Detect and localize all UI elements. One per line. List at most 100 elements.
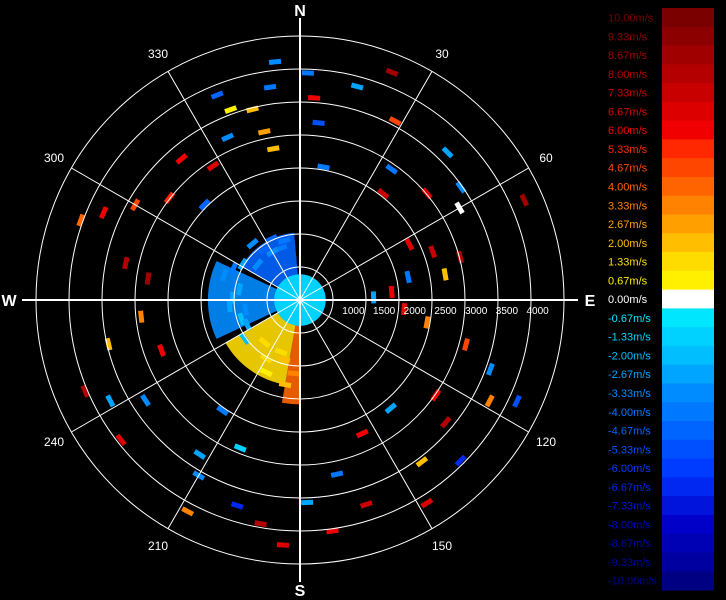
range-gate: [441, 268, 449, 281]
colorbar-swatch: [662, 45, 714, 65]
azimuth-spoke: [299, 299, 433, 529]
range-gate: [415, 456, 429, 468]
range-gate: [307, 94, 321, 101]
colorbar-swatch: [662, 458, 714, 478]
range-gate: [210, 90, 224, 100]
colorbar-label: -4.67m/s: [608, 426, 651, 438]
colorbar-label: 10.00m/s: [608, 13, 654, 25]
colorbar-label: -6.00m/s: [608, 463, 651, 475]
colorbar-swatch: [662, 64, 714, 84]
range-label: 2500: [434, 306, 457, 317]
range-gate: [140, 393, 151, 407]
range-label: 3500: [496, 306, 519, 317]
range-gate: [157, 343, 166, 357]
colorbar-swatch: [662, 364, 714, 384]
west-label: W: [1, 293, 17, 310]
colorbar-swatch: [662, 308, 714, 328]
range-gate: [122, 256, 130, 270]
range-gate: [440, 416, 452, 429]
colorbar-swatch: [662, 439, 714, 460]
azimuth-label: 60: [539, 151, 553, 165]
colorbar-label: -5.33m/s: [608, 444, 651, 456]
range-gate: [276, 542, 290, 548]
range-gate: [454, 454, 467, 467]
azimuth-label: 330: [148, 47, 168, 61]
range-gate: [233, 443, 247, 453]
range-gate: [350, 82, 364, 91]
radar-echo-layer: [76, 58, 530, 548]
radar-ppi-chart: N E S W 30 60 120 150 210 240 300 330 1000 1500 2000 25…: [1, 3, 716, 600]
colorbar-label: 6.00m/s: [608, 125, 648, 137]
range-gate: [80, 384, 90, 398]
colorbar-label: 0.00m/s: [608, 294, 648, 306]
range-gate: [355, 428, 369, 439]
north-label: N: [294, 3, 306, 20]
range-gate: [420, 497, 434, 509]
azimuth-spoke: [71, 167, 301, 301]
range-gate: [404, 270, 412, 284]
azimuth-label: 300: [44, 151, 64, 165]
colorbar-label: 9.33m/s: [608, 31, 648, 43]
azimuth-label: 150: [432, 539, 452, 553]
range-gate: [512, 394, 522, 408]
range-gate: [330, 470, 344, 478]
range-gate: [385, 67, 399, 77]
range-gate: [428, 245, 438, 259]
colorbar-swatch: [662, 158, 714, 178]
range-gate: [268, 58, 282, 66]
range-label: 3000: [465, 306, 488, 317]
colorbar-swatch: [662, 270, 714, 291]
colorbar-label: -10.00m/s: [608, 576, 657, 588]
range-gate: [404, 237, 415, 251]
range-gate: [263, 83, 277, 91]
colorbar-label: 8.67m/s: [608, 50, 648, 62]
azimuth-label: 30: [435, 47, 449, 61]
colorbar-label: -3.33m/s: [608, 388, 651, 400]
colorbar-swatch: [662, 345, 714, 366]
range-gate: [76, 213, 86, 227]
azimuth-spoke: [299, 299, 529, 433]
range-gate: [254, 520, 267, 528]
range-gate: [115, 433, 127, 447]
azimuth-spoke: [167, 299, 301, 529]
range-label: 2000: [404, 306, 427, 317]
colorbar-swatch: [662, 83, 714, 103]
colorbar-swatch: [662, 383, 714, 403]
colorbar-label: 6.67m/s: [608, 106, 648, 118]
colorbar-swatch: [662, 552, 714, 572]
range-gate: [388, 285, 395, 299]
range-gate: [388, 116, 402, 127]
colorbar-label: 3.33m/s: [608, 200, 648, 212]
range-gate: [105, 394, 116, 408]
east-label: E: [585, 293, 596, 310]
colorbar-label: -8.00m/s: [608, 519, 651, 531]
azimuth-spoke: [299, 71, 433, 301]
colorbar-label: -1.33m/s: [608, 332, 651, 344]
colorbar-label: -9.33m/s: [608, 557, 651, 569]
colorbar-label: -6.67m/s: [608, 482, 651, 494]
colorbar-label: 8.00m/s: [608, 69, 648, 81]
colorbar-swatch: [662, 176, 714, 197]
range-gate: [181, 506, 195, 517]
range-gate: [484, 394, 495, 408]
range-gate: [312, 119, 325, 127]
colorbar-label: 4.67m/s: [608, 163, 648, 175]
colorbar-label: 4.00m/s: [608, 182, 648, 194]
colorbar-label: 2.00m/s: [608, 238, 648, 250]
range-label: 1000: [342, 306, 365, 317]
colorbar-swatch: [662, 139, 714, 159]
range-label: 1500: [373, 306, 396, 317]
range-gate: [193, 449, 207, 460]
colorbar-swatch: [662, 421, 714, 441]
colorbar-swatch: [662, 120, 714, 140]
range-gate: [301, 70, 314, 76]
range-gate: [98, 206, 109, 220]
colorbar-swatch: [662, 101, 714, 122]
range-gate: [230, 501, 244, 510]
range-gate: [519, 193, 530, 207]
colorbar-label: -2.00m/s: [608, 351, 651, 363]
colorbar-swatch: [662, 327, 714, 347]
range-gate: [384, 402, 398, 414]
range-gate: [287, 370, 300, 377]
range-gate: [421, 187, 433, 200]
